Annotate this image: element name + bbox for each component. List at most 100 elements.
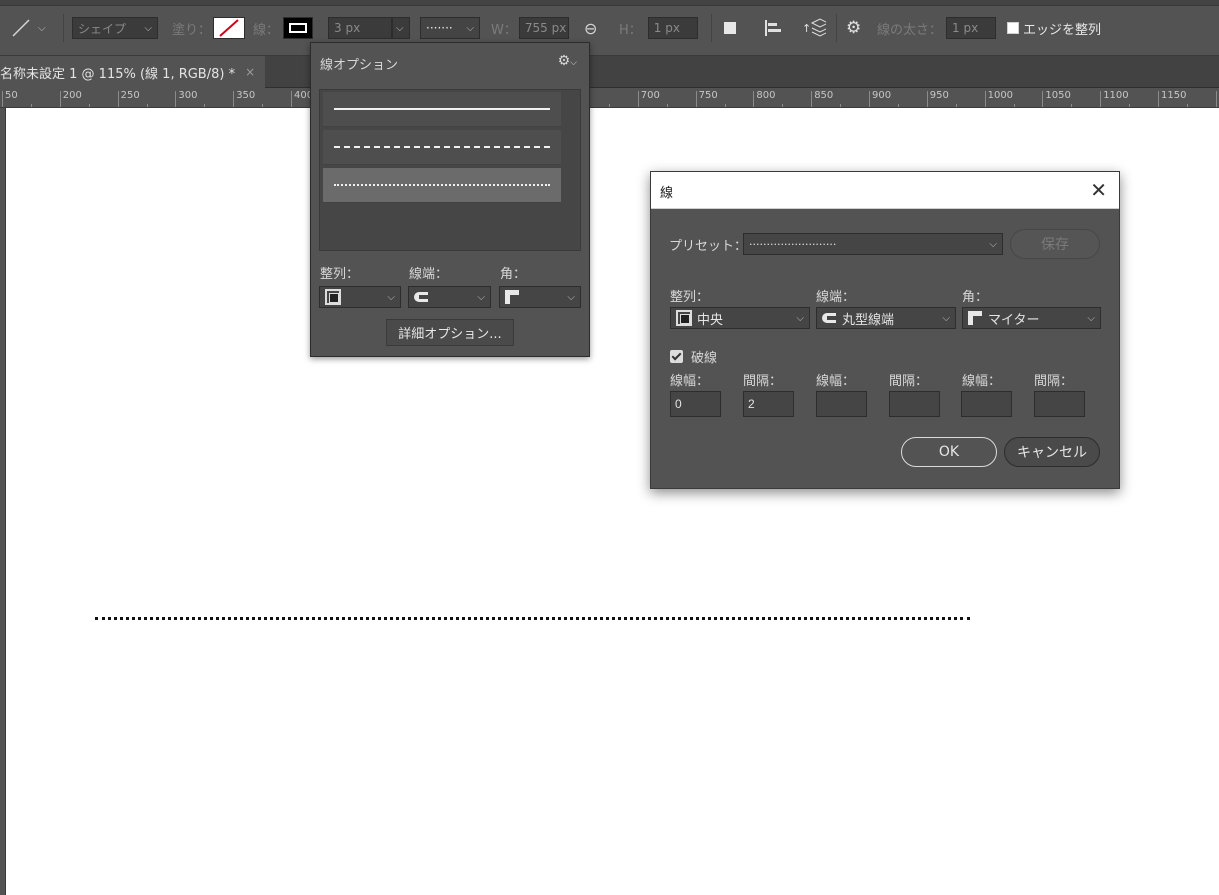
preset-value: ························· (749, 237, 837, 251)
stroke-width-input[interactable]: 3 px (328, 17, 392, 39)
link-dimensions-icon[interactable]: ⊖ (584, 16, 597, 40)
corner-label: 角： (500, 267, 527, 282)
preset-solid[interactable] (323, 92, 561, 127)
stroke-width-dropdown[interactable]: ⌵ (392, 17, 410, 39)
gear-icon[interactable]: ⚙⌵ (558, 53, 577, 69)
svg-text:↑: ↑ (802, 22, 811, 35)
popup-title: 線オプション (320, 58, 399, 73)
shape-mode-group: シェイプ ⌵ (72, 16, 158, 40)
align-select[interactable]: 中央 ⌵ (670, 307, 810, 329)
miter-join-icon (968, 311, 982, 325)
align-edges-label: エッジを整列 (1023, 22, 1102, 38)
chevron-down-icon: ⌵ (1087, 313, 1095, 324)
ok-button[interactable]: OK (901, 437, 997, 467)
stroke-width-group: 3 px ⌵ (328, 16, 410, 40)
line-tool-icon (12, 19, 30, 37)
ruler-tick: 800 (753, 91, 811, 107)
chevron-down-icon: ⌵ (387, 291, 395, 303)
ruler-tick: 1050 (1042, 91, 1100, 107)
corner-select[interactable]: マイター ⌵ (962, 307, 1101, 329)
dash-2-input[interactable] (816, 391, 867, 417)
align-edges-checkbox[interactable]: エッジを整列 (1007, 16, 1101, 40)
stroke-swatch[interactable] (283, 17, 314, 39)
close-icon[interactable]: ✕ (1090, 178, 1107, 202)
chevron-down-icon: ⌵ (396, 22, 404, 34)
document-tab[interactable]: 名称未設定 1 @ 115% (線 1, RGB/8) * × (0, 56, 266, 88)
stroke-label: 線： (253, 22, 280, 38)
chevron-down-icon: ⌵ (567, 291, 575, 303)
gap-1-input[interactable] (743, 391, 794, 417)
dash-header: 線幅： (816, 374, 856, 389)
width-group: W： 755 px (491, 16, 569, 40)
close-icon[interactable]: × (245, 65, 255, 79)
gear-icon[interactable]: ⚙ (846, 16, 861, 40)
save-button[interactable]: 保存 (1010, 229, 1100, 259)
dashed-label: 破線 (691, 351, 718, 366)
weight-group: 線の太さ： 1 px (877, 16, 997, 40)
stroke-style-value: ······· (426, 21, 453, 35)
dash-3-input[interactable] (961, 391, 1012, 417)
advanced-options-button[interactable]: 詳細オプション... (386, 319, 514, 346)
path-alignment-icon[interactable] (764, 16, 782, 40)
width-input[interactable]: 755 px (518, 17, 569, 39)
corner-select[interactable]: ⌵ (499, 286, 581, 308)
chevron-down-icon: ⌵ (942, 313, 950, 324)
gap-3-input[interactable] (1034, 391, 1085, 417)
dash-header: 線幅： (962, 374, 1002, 389)
shape-mode-select[interactable]: シェイプ ⌵ (72, 17, 158, 39)
dash-header: 線幅： (670, 374, 710, 389)
line-tool-preset-picker[interactable]: ⌵ (10, 16, 46, 40)
dialog-title: 線 (660, 186, 674, 201)
shape-mode-value: シェイプ (78, 21, 127, 36)
fill-swatch[interactable] (213, 17, 246, 39)
cap-select[interactable]: 丸型線端 ⌵ (816, 307, 956, 329)
divider (711, 14, 712, 42)
preset-label: プリセット： (669, 239, 748, 254)
stroke-color-icon (289, 23, 308, 33)
document-tab-bar: 名称未設定 1 @ 115% (線 1, RGB/8) * × (0, 56, 1219, 88)
path-arrangement-icon[interactable]: ↑ (802, 16, 826, 40)
weight-value: 1 px (952, 21, 979, 35)
ruler-tick: 350 (233, 91, 291, 107)
dashed-checkbox[interactable] (670, 350, 683, 363)
align-select[interactable]: ⌵ (319, 286, 401, 308)
cap-label: 線端： (409, 267, 449, 282)
checkbox-icon (1007, 22, 1019, 34)
dashed-line-preview (334, 146, 550, 148)
dialog-titlebar: 線 ✕ (651, 172, 1119, 209)
height-group: H： 1 px (619, 16, 698, 40)
cap-select[interactable]: ⌵ (408, 286, 491, 308)
ruler-tick: 700 (637, 91, 696, 107)
stroke-style-group: ······· ⌵ (420, 16, 480, 40)
gap-header: 間隔： (889, 374, 929, 389)
chevron-down-icon: ⌵ (477, 291, 485, 303)
cancel-button[interactable]: キャンセル (1004, 437, 1100, 467)
weight-label: 線の太さ： (877, 22, 943, 38)
preset-dotted[interactable] (323, 168, 561, 203)
horizontal-ruler: 5020025030035040007007508008509009501000… (0, 88, 1219, 108)
height-input[interactable]: 1 px (647, 17, 698, 39)
fill-label: 塗り： (172, 22, 212, 38)
chevron-down-icon: ⌵ (38, 22, 46, 34)
chevron-down-icon: ⌵ (144, 22, 152, 34)
preset-select[interactable]: ························· ⌵ (743, 233, 1003, 255)
ruler-tick: 900 (869, 91, 927, 107)
ruler-tick: 50 (2, 91, 60, 107)
align-center-icon (676, 310, 692, 326)
gap-2-input[interactable] (889, 391, 940, 417)
stroke-style-select[interactable]: ······· ⌵ (420, 17, 480, 39)
dash-1-input[interactable] (670, 391, 721, 417)
divider (63, 14, 64, 42)
align-label: 整列： (320, 267, 360, 282)
gap-header: 間隔： (1034, 374, 1074, 389)
ruler-tick: 1150 (1158, 91, 1216, 107)
weight-input[interactable]: 1 px (946, 17, 997, 39)
dotted-line-shape[interactable] (95, 617, 970, 621)
preset-dashed[interactable] (323, 130, 561, 165)
chevron-down-icon: ⌵ (466, 22, 474, 34)
round-cap-icon (822, 313, 836, 323)
stroke-options-popup: 線オプション ⚙⌵ 整列： 線端： 角： ⌵ ⌵ ⌵ 詳細オプション... (310, 42, 590, 357)
w-value: 755 px (524, 21, 567, 35)
path-operations-icon[interactable] (724, 16, 736, 40)
divider (836, 14, 837, 42)
